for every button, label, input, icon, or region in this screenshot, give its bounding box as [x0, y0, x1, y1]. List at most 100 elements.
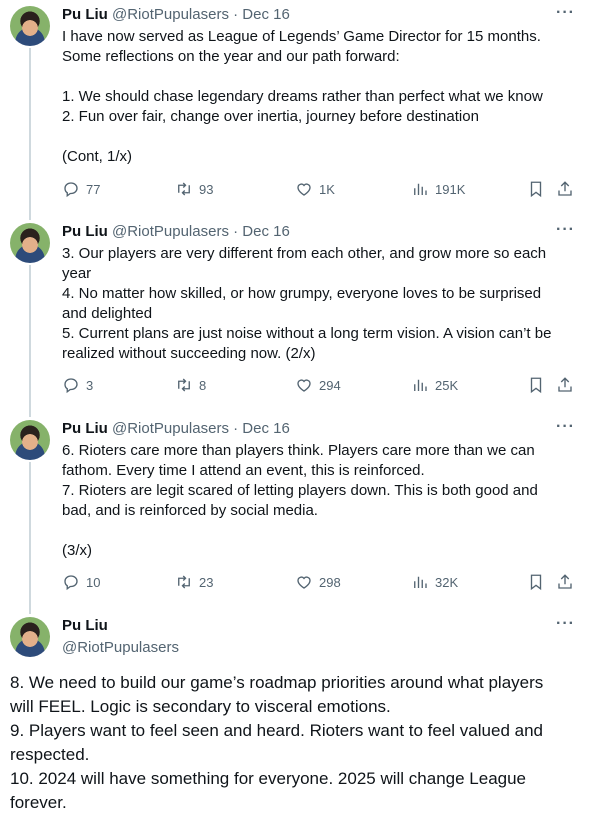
share-button[interactable] — [556, 376, 574, 394]
bookmark-icon — [530, 377, 542, 394]
avatar[interactable] — [10, 223, 50, 263]
tweet-date[interactable]: Dec 16 — [242, 6, 290, 23]
reply-button[interactable]: 10 — [62, 573, 100, 591]
author-name[interactable]: Pu Liu — [62, 6, 108, 23]
repost-icon — [178, 182, 190, 196]
share-button[interactable] — [556, 180, 574, 198]
tweet-line: forever. — [10, 793, 67, 812]
repost-button[interactable]: 8 — [175, 376, 206, 394]
repost-button[interactable]: 23 — [175, 573, 213, 591]
reply-count: 10 — [86, 574, 101, 590]
tweet-line: bad, and is reinforced by social media. — [62, 502, 318, 519]
separator: · — [233, 223, 239, 240]
repost-count: 93 — [199, 181, 214, 197]
bookmark-button[interactable] — [527, 180, 545, 198]
tweet-line: fathom. Every time I attend an event, th… — [62, 462, 425, 479]
avatar[interactable] — [10, 617, 50, 657]
share-icon — [558, 574, 572, 589]
view-count: 32K — [435, 574, 459, 590]
like-button[interactable]: 298 — [295, 573, 341, 591]
view-count: 25K — [435, 377, 459, 393]
author-handle[interactable]: @RiotPupulasers — [112, 6, 229, 23]
tweet-date[interactable]: Dec 16 — [242, 223, 290, 240]
bookmark-icon — [530, 181, 542, 198]
repost-count: 8 — [199, 377, 207, 393]
like-button[interactable]: 1K — [295, 180, 335, 198]
tweet-date[interactable]: Dec 16 — [242, 420, 290, 437]
tweet-line: (Cont, 1/x) — [62, 148, 133, 165]
reply-button[interactable]: 77 — [62, 180, 100, 198]
tweet-line: I have now served as League of Legends’ … — [62, 28, 541, 45]
tweet-actions: 77 93 1K 191K — [62, 180, 577, 200]
tweet-header: Pu Liu @RiotPupulasers · Dec 16 — [62, 6, 290, 23]
like-count: 298 — [319, 574, 341, 590]
tweet-text: 6. Rioters care more than players think.… — [62, 441, 577, 561]
share-button[interactable] — [556, 573, 574, 591]
views-icon — [414, 379, 427, 391]
tweet-line: year — [62, 265, 92, 282]
main-tweet[interactable]: Pu Liu @RiotPupulasers ··· 8. We need to… — [0, 615, 589, 815]
heart-icon — [297, 183, 311, 196]
tweet-line: 3. Our players are very different from e… — [62, 245, 547, 262]
like-button[interactable]: 294 — [295, 376, 341, 394]
reply-icon — [64, 378, 78, 394]
views-icon — [414, 183, 427, 195]
views-button[interactable]: 25K — [411, 376, 458, 394]
tweet-line: 7. Rioters are legit scared of letting p… — [62, 482, 538, 499]
bookmark-icon — [530, 574, 542, 591]
like-count: 294 — [319, 377, 341, 393]
repost-button[interactable]: 93 — [175, 180, 213, 198]
heart-icon — [297, 576, 311, 589]
more-options-icon[interactable]: ··· — [556, 418, 575, 436]
tweet-line: and delighted — [62, 305, 153, 322]
author-name[interactable]: Pu Liu — [62, 223, 108, 240]
tweet-line: realized without succeeding now. (2/x) — [62, 345, 316, 362]
tweet-header: Pu Liu @RiotPupulasers · Dec 16 — [62, 223, 290, 240]
tweet-actions: 3 8 294 25K — [62, 376, 577, 396]
reply-count: 77 — [86, 181, 101, 197]
tweet-line: 1. We should chase legendary dreams rath… — [62, 88, 543, 105]
tweet-line — [62, 521, 577, 541]
repost-icon — [178, 575, 190, 589]
tweet-header: Pu Liu @RiotPupulasers · Dec 16 — [62, 420, 290, 437]
author-name[interactable]: Pu Liu — [62, 420, 108, 437]
share-icon — [558, 181, 572, 196]
reply-icon — [64, 182, 78, 198]
more-options-icon[interactable]: ··· — [556, 221, 575, 239]
tweet-line — [62, 127, 577, 147]
tweet-line: 9. Players want to feel seen and heard. … — [10, 721, 543, 740]
tweet-line: respected. — [10, 745, 90, 764]
author-handle[interactable]: @RiotPupulasers — [112, 223, 229, 240]
avatar[interactable] — [10, 6, 50, 46]
repost-icon — [178, 378, 190, 392]
views-button[interactable]: 191K — [411, 180, 465, 198]
author-handle[interactable]: @RiotPupulasers — [62, 639, 179, 656]
views-icon — [414, 576, 427, 588]
bookmark-button[interactable] — [527, 573, 545, 591]
tweet[interactable]: Pu Liu @RiotPupulasers · Dec 16 ··· 3. O… — [0, 221, 589, 403]
separator: · — [233, 420, 239, 437]
tweet-line: 5. Current plans are just noise without … — [62, 325, 552, 342]
tweet[interactable]: Pu Liu @RiotPupulasers · Dec 16 ··· 6. R… — [0, 418, 589, 600]
tweet-line: (3/x) — [62, 542, 92, 559]
tweet-line — [62, 67, 577, 87]
reply-button[interactable]: 3 — [62, 376, 93, 394]
reply-count: 3 — [86, 377, 94, 393]
bookmark-button[interactable] — [527, 376, 545, 394]
tweet-text: 3. Our players are very different from e… — [62, 244, 577, 364]
tweet-actions: 10 23 298 32K — [62, 573, 577, 593]
tweet-text: I have now served as League of Legends’ … — [62, 27, 577, 167]
like-count: 1K — [319, 181, 335, 197]
tweet-line: 8. We need to build our game’s roadmap p… — [10, 673, 544, 692]
author-name[interactable]: Pu Liu — [62, 617, 108, 634]
avatar[interactable] — [10, 420, 50, 460]
more-options-icon[interactable]: ··· — [556, 4, 575, 22]
more-options-icon[interactable]: ··· — [556, 615, 575, 633]
repost-count: 23 — [199, 574, 214, 590]
reply-icon — [64, 575, 78, 591]
author-handle[interactable]: @RiotPupulasers — [112, 420, 229, 437]
share-icon — [558, 377, 572, 392]
views-button[interactable]: 32K — [411, 573, 458, 591]
tweet[interactable]: Pu Liu @RiotPupulasers · Dec 16 ··· I ha… — [0, 4, 589, 206]
separator: · — [233, 6, 239, 23]
